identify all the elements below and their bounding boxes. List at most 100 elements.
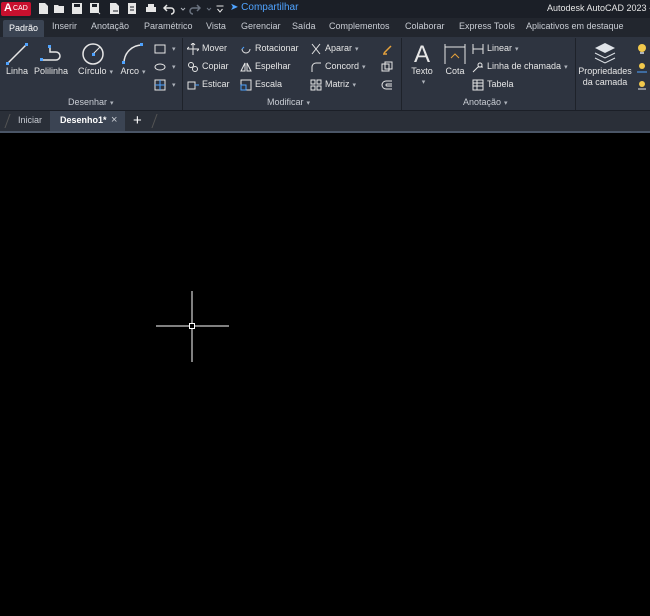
- circle-label: Círculo: [78, 66, 107, 76]
- panel-separator: [401, 38, 402, 110]
- close-tab-icon[interactable]: ×: [111, 114, 117, 126]
- layer-freeze-button[interactable]: [636, 59, 650, 73]
- customize-toolbar-icon[interactable]: [214, 2, 224, 15]
- circle-dropdown-icon[interactable]: ▾: [110, 69, 114, 76]
- dimension-label: Cota: [445, 66, 465, 76]
- trim-button[interactable]: Aparar ▾: [310, 41, 359, 55]
- layer-properties-label-2: da camada: [582, 77, 628, 87]
- rectangle-button[interactable]: ▾: [154, 41, 176, 55]
- offset-icon: [381, 79, 393, 91]
- tab-parametrico[interactable]: Paramétrico: [144, 21, 193, 31]
- rotate-button[interactable]: Rotacionar: [240, 41, 299, 55]
- crosshair-cursor-icon: [156, 291, 229, 362]
- move-button[interactable]: Mover: [187, 41, 227, 55]
- tab-divider: [4, 114, 11, 128]
- copy-button[interactable]: Copiar: [187, 59, 229, 73]
- table-button[interactable]: Tabela: [472, 77, 514, 91]
- drawing-canvas[interactable]: [0, 133, 650, 616]
- tab-drawing1[interactable]: Desenho1*: [60, 115, 107, 125]
- gradient-dropdown-icon[interactable]: ▾: [172, 82, 176, 89]
- array-button[interactable]: Matriz ▾: [310, 77, 356, 91]
- tab-express-tools[interactable]: Express Tools: [459, 21, 515, 31]
- hatch-dropdown-icon[interactable]: ▾: [172, 64, 176, 71]
- circle-button[interactable]: Círculo ▾: [78, 42, 113, 76]
- polyline-icon: [40, 45, 61, 61]
- fillet-button[interactable]: Concord ▾: [310, 59, 366, 73]
- logo-sub: CAD: [13, 5, 28, 12]
- tab-vista[interactable]: Vista: [206, 21, 226, 31]
- layer-state-button[interactable]: [636, 41, 650, 55]
- tab-gerenciar[interactable]: Gerenciar: [241, 21, 281, 31]
- polyline-button[interactable]: Polilinha: [33, 42, 69, 76]
- draw-panel-label[interactable]: Desenhar ▾: [68, 97, 114, 107]
- tab-aplicativos-em-destaque[interactable]: Aplicativos em destaque: [526, 21, 624, 31]
- linear-button[interactable]: Linear ▾: [472, 41, 519, 55]
- redo-icon[interactable]: [189, 2, 201, 15]
- array-dropdown-icon[interactable]: ▾: [353, 82, 357, 89]
- svg-text:A: A: [414, 41, 430, 66]
- text-button[interactable]: A Texto ▾: [408, 40, 436, 86]
- hatch-button[interactable]: ▾: [154, 59, 176, 73]
- app-title: Autodesk AutoCAD 2023 -: [547, 3, 650, 13]
- arc-dropdown-icon[interactable]: ▾: [142, 69, 146, 76]
- new-file-icon[interactable]: [37, 2, 49, 15]
- leader-dropdown-icon[interactable]: ▾: [564, 64, 568, 71]
- offset-button[interactable]: [381, 77, 396, 91]
- save-as-icon[interactable]: [89, 2, 101, 15]
- trim-dropdown-icon[interactable]: ▾: [355, 46, 359, 53]
- layer-properties-button[interactable]: Propriedades da camada: [578, 40, 632, 88]
- linear-dim-icon: [472, 43, 484, 55]
- add-tab-icon[interactable]: +: [133, 112, 142, 129]
- document-tabs: Iniciar Desenho1* × +: [0, 111, 650, 131]
- share-button[interactable]: ➤ Compartilhar: [230, 2, 298, 13]
- gradient-icon: [154, 79, 166, 91]
- stretch-icon: [187, 79, 199, 91]
- tab-complementos[interactable]: Complementos: [329, 21, 390, 31]
- array-icon: [310, 79, 322, 91]
- tab-saida[interactable]: Saída: [292, 21, 316, 31]
- open-web-icon[interactable]: [108, 2, 120, 15]
- mirror-button[interactable]: Espelhar: [240, 59, 291, 73]
- leader-button[interactable]: Linha de chamada ▾: [472, 59, 568, 73]
- tab-anotacao[interactable]: Anotação: [91, 21, 129, 31]
- scale-button[interactable]: Escala: [240, 77, 282, 91]
- dimension-icon: [444, 44, 466, 64]
- line-icon: [6, 43, 28, 65]
- annotation-panel-label[interactable]: Anotação ▾: [463, 97, 508, 107]
- save-web-icon[interactable]: [126, 2, 138, 15]
- gradient-button[interactable]: ▾: [154, 77, 176, 91]
- hatch-icon: [154, 61, 166, 73]
- tab-colaborar[interactable]: Colaborar: [405, 21, 445, 31]
- erase-button[interactable]: [381, 41, 396, 55]
- line-button[interactable]: Linha: [4, 42, 30, 76]
- autocad-logo[interactable]: A CAD: [1, 2, 31, 16]
- panel-separator: [182, 38, 183, 110]
- rectangle-icon: [154, 43, 166, 55]
- text-label: Texto: [411, 66, 433, 76]
- fillet-dropdown-icon[interactable]: ▾: [362, 64, 366, 71]
- modify-panel-label[interactable]: Modificar ▾: [267, 97, 310, 107]
- redo-dropdown-icon[interactable]: [203, 2, 212, 15]
- open-folder-icon[interactable]: [53, 2, 65, 15]
- rectangle-dropdown-icon[interactable]: ▾: [172, 46, 176, 53]
- logo-letter: A: [4, 2, 12, 14]
- layer-lock-button[interactable]: [636, 77, 650, 91]
- fillet-icon: [310, 61, 322, 73]
- arc-button[interactable]: Arco ▾: [120, 42, 146, 76]
- stretch-button[interactable]: Esticar: [187, 77, 230, 91]
- linear-dropdown-icon[interactable]: ▾: [515, 46, 519, 53]
- undo-dropdown-icon[interactable]: [177, 2, 186, 15]
- text-dropdown-icon[interactable]: ▾: [422, 79, 426, 86]
- save-icon[interactable]: [71, 2, 83, 15]
- tab-padrao[interactable]: Padrão: [3, 20, 45, 37]
- explode-button[interactable]: [381, 59, 396, 73]
- mirror-icon: [240, 61, 252, 73]
- dimension-button[interactable]: Cota: [442, 42, 468, 76]
- lightbulb-icon: [636, 43, 648, 55]
- layer-properties-label: Propriedades: [578, 66, 632, 76]
- tab-start[interactable]: Iniciar: [18, 115, 42, 125]
- panel-separator: [575, 38, 576, 110]
- tab-inserir[interactable]: Inserir: [52, 21, 77, 31]
- undo-icon[interactable]: [163, 2, 175, 15]
- plot-icon[interactable]: [145, 2, 157, 15]
